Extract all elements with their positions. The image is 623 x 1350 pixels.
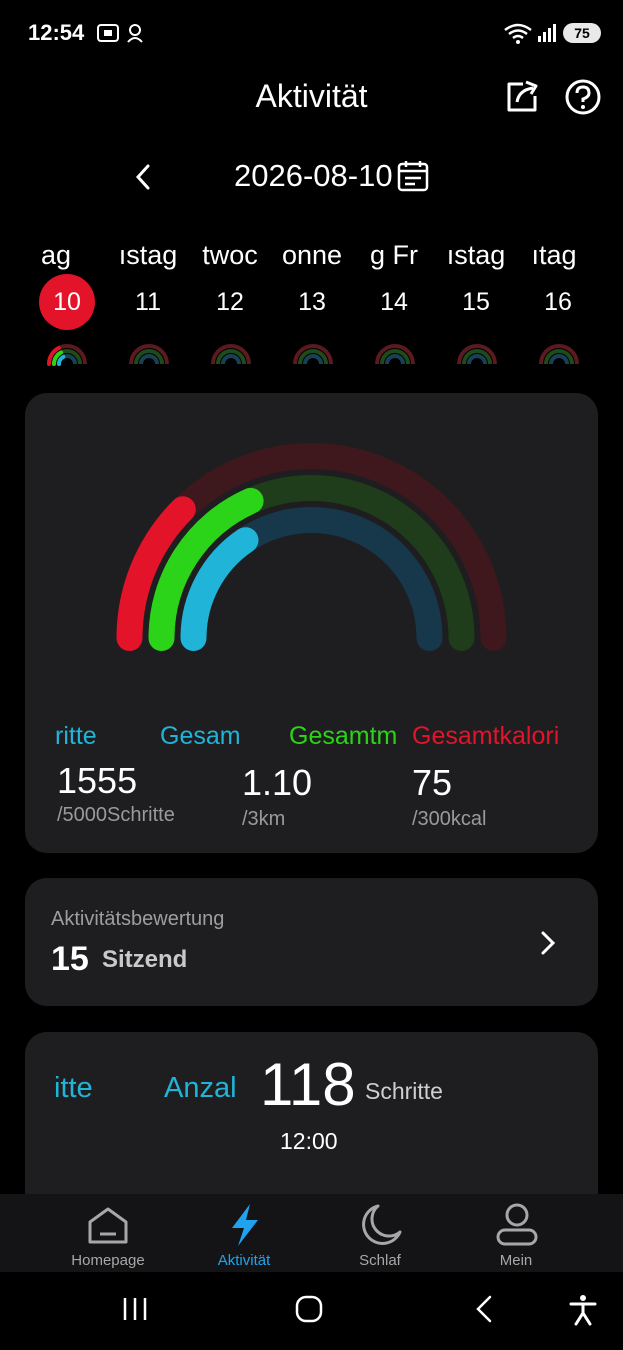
detail-tab-count[interactable]: Anzal bbox=[164, 1072, 244, 1105]
calories-value: 75 bbox=[412, 762, 453, 803]
moon-icon bbox=[362, 1204, 402, 1245]
stat-label-steps: ritte bbox=[55, 722, 97, 750]
calories-goal: /300kcal bbox=[412, 808, 487, 830]
nav-label: Homepage bbox=[71, 1252, 145, 1269]
nav-mine[interactable]: Mein bbox=[448, 1194, 584, 1272]
score-value: 15 bbox=[51, 940, 89, 978]
wifi-icon bbox=[504, 23, 532, 44]
nav-label: Mein bbox=[499, 1252, 533, 1269]
nav-sleep[interactable]: Schlaf bbox=[312, 1194, 448, 1272]
steps-value: 1555 bbox=[57, 760, 138, 801]
distance-value: 1.10 bbox=[242, 762, 313, 803]
day-number[interactable]: 13 bbox=[278, 286, 346, 318]
current-date[interactable]: 2026-08-10 bbox=[234, 158, 393, 194]
day-name[interactable]: ag bbox=[22, 240, 90, 274]
nav-label: Aktivität bbox=[217, 1252, 271, 1269]
day-number[interactable]: 11 bbox=[114, 286, 182, 318]
score-level: Sitzend bbox=[102, 946, 188, 973]
day-number[interactable]: 16 bbox=[524, 286, 592, 318]
status-time: 12:54 bbox=[28, 20, 85, 45]
day-mini-rings bbox=[457, 344, 497, 365]
activity-rings bbox=[116, 443, 507, 651]
account-icon bbox=[127, 24, 143, 43]
day-name[interactable]: g Fr bbox=[360, 240, 428, 274]
stat-label-distance: Gesamtm bbox=[289, 722, 398, 750]
day-mini-rings bbox=[539, 344, 579, 365]
nav-homepage[interactable]: Homepage bbox=[40, 1194, 176, 1272]
day-mini-rings bbox=[375, 344, 415, 365]
stat-label-calories: Gesamtkalori bbox=[412, 722, 560, 750]
day-number[interactable]: 15 bbox=[442, 286, 510, 318]
accessibility-icon[interactable] bbox=[568, 1294, 598, 1326]
previous-date-button[interactable] bbox=[128, 160, 158, 194]
steps-goal: /5000Schritte bbox=[57, 804, 175, 826]
battery-indicator: 75 bbox=[563, 23, 601, 43]
day-mini-rings bbox=[129, 344, 169, 365]
share-icon[interactable] bbox=[503, 78, 541, 116]
nav-activity[interactable]: Aktivität bbox=[176, 1194, 312, 1272]
signal-icon bbox=[538, 24, 556, 42]
day-name[interactable]: ıstag bbox=[114, 240, 182, 274]
recent-apps-icon[interactable] bbox=[120, 1294, 150, 1324]
day-name[interactable]: twoc bbox=[196, 240, 264, 274]
home-button-icon[interactable] bbox=[294, 1294, 324, 1324]
detail-big-value: 118 bbox=[260, 1051, 356, 1118]
day-name[interactable]: ıstag bbox=[442, 240, 510, 274]
day-number[interactable]: 12 bbox=[196, 286, 264, 318]
day-number-selected[interactable]: 10 bbox=[39, 274, 95, 330]
status-bar: 12:54 75 bbox=[0, 0, 623, 66]
help-icon[interactable] bbox=[564, 78, 602, 116]
stat-label-total: Gesam bbox=[160, 722, 241, 750]
lightning-icon bbox=[232, 1204, 258, 1246]
system-navigation-bar bbox=[0, 1272, 623, 1350]
detail-tab-steps[interactable]: itte bbox=[54, 1072, 93, 1105]
home-icon bbox=[88, 1207, 128, 1244]
screenshot-icon bbox=[97, 24, 119, 42]
day-number[interactable]: 14 bbox=[360, 286, 428, 318]
day-mini-rings bbox=[47, 344, 87, 366]
person-icon bbox=[496, 1203, 538, 1246]
calendar-icon[interactable] bbox=[397, 160, 429, 192]
activity-score-card[interactable]: Aktivitätsbewertung 15 Sitzend bbox=[25, 878, 598, 1006]
day-mini-rings bbox=[211, 344, 251, 365]
nav-label: Schlaf bbox=[359, 1252, 401, 1269]
detail-time: 12:00 bbox=[280, 1128, 338, 1154]
score-title: Aktivitätsbewertung bbox=[51, 908, 225, 930]
chevron-right-icon bbox=[541, 931, 556, 955]
detail-unit: Schritte bbox=[365, 1078, 443, 1104]
back-icon[interactable] bbox=[470, 1294, 500, 1324]
day-name[interactable]: onne bbox=[278, 240, 346, 274]
day-name[interactable]: ıtag bbox=[520, 240, 588, 274]
day-mini-rings bbox=[293, 344, 333, 365]
distance-goal: /3km bbox=[242, 808, 286, 830]
